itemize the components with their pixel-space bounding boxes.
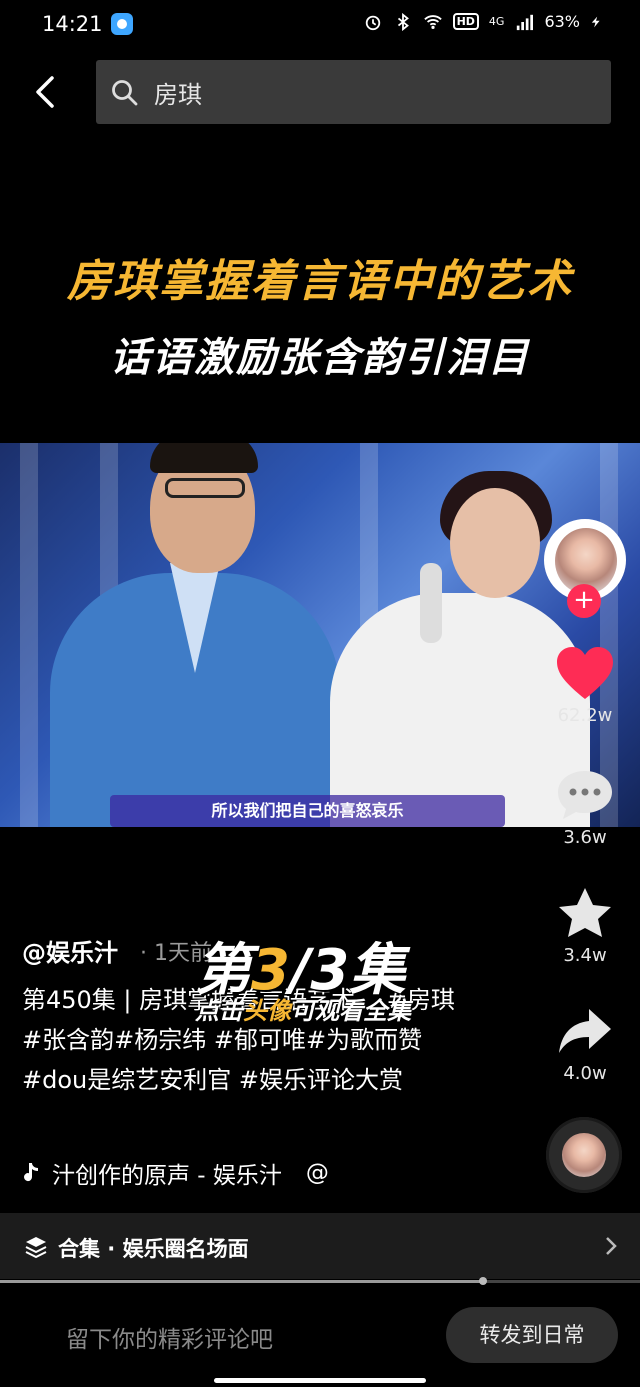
heart-icon <box>557 647 613 699</box>
video-headline-secondary: 话语激励张含韵引泪目 <box>110 335 530 381</box>
chevron-right-icon <box>606 1237 617 1255</box>
comment-icon <box>558 771 612 819</box>
comment-action[interactable]: 3.6w <box>540 767 630 848</box>
music-note-icon <box>24 1163 38 1182</box>
share-action[interactable]: 4.0w <box>540 1003 630 1084</box>
battery-level: 63% <box>544 12 580 31</box>
back-icon[interactable] <box>28 74 62 110</box>
share-icon <box>559 1009 611 1053</box>
music-info[interactable]: 汁创作的原声 - 娱乐汁 @ <box>22 1156 329 1190</box>
episode-hint: 点击头像可观看全集 <box>195 997 411 1025</box>
like-action[interactable]: 62.2w <box>540 645 630 726</box>
alarm-icon <box>365 15 380 30</box>
favorite-action[interactable]: 3.4w <box>540 885 630 966</box>
music-disc[interactable] <box>546 1117 622 1193</box>
network-type: 4G <box>488 15 505 28</box>
collection-bar[interactable]: 合集 · 娱乐圈名场面 <box>0 1213 640 1279</box>
favorite-count: 3.4w <box>563 945 607 966</box>
video-subtitle: 所以我们把自己的喜怒哀乐 <box>110 795 505 827</box>
playback-progress[interactable] <box>0 1277 640 1285</box>
home-indicator <box>214 1378 426 1383</box>
music-mention: @ <box>305 1160 329 1186</box>
episode-overlay[interactable]: 第3/3集 点击头像可观看全集 <box>195 925 465 1035</box>
bluetooth-icon <box>397 12 409 31</box>
author-name[interactable]: @娱乐汁 <box>22 933 118 968</box>
comment-count: 3.6w <box>563 827 607 848</box>
star-icon <box>559 888 611 937</box>
comment-bar: 留下你的精彩评论吧 转发到日常 <box>0 1290 640 1387</box>
status-bar: 14:21 HD 4G 63% <box>0 0 640 50</box>
charging-icon <box>591 16 600 27</box>
status-icons: HD 4G 63% <box>363 12 602 31</box>
video-headline-primary: 房琪掌握着言语中的艺术 <box>67 256 573 307</box>
wifi-icon <box>423 14 442 29</box>
signal-icon <box>517 14 534 30</box>
music-title: 汁创作的原声 - 娱乐汁 <box>52 1163 282 1189</box>
progress-knob[interactable] <box>479 1277 488 1285</box>
comment-input[interactable]: 留下你的精彩评论吧 <box>66 1320 273 1354</box>
top-bar: 房琪 <box>0 60 640 124</box>
search-icon <box>112 80 138 106</box>
search-bar[interactable]: 房琪 <box>96 60 611 124</box>
collection-label: 合集 · 娱乐圈名场面 <box>58 1237 249 1261</box>
layers-icon <box>25 1237 47 1259</box>
search-query: 房琪 <box>154 81 202 109</box>
status-time: 14:21 <box>42 12 103 36</box>
follow-button[interactable]: + <box>567 584 601 618</box>
like-count: 62.2w <box>557 705 613 726</box>
share-count: 4.0w <box>563 1063 607 1084</box>
hd-badge: HD <box>452 13 479 30</box>
progress-fill <box>0 1280 484 1283</box>
app-notification-icon <box>111 13 133 35</box>
microphone <box>420 563 442 643</box>
repost-button[interactable]: 转发到日常 <box>446 1307 618 1363</box>
